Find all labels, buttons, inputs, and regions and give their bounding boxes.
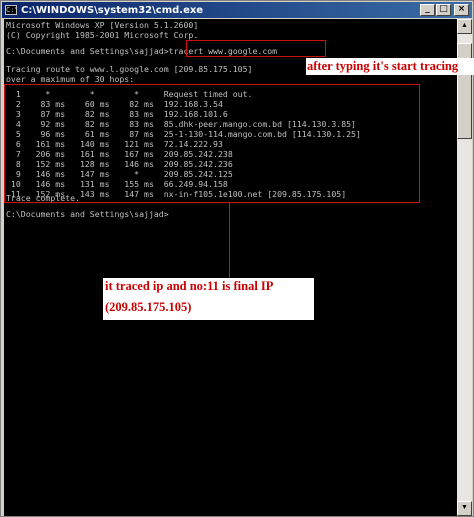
- vertical-scrollbar[interactable]: ▲ ▼: [457, 19, 472, 516]
- typing-annotation: after typing it's start tracing: [306, 58, 474, 75]
- callout-connector: [229, 203, 230, 278]
- console-line: Microsoft Windows XP [Version 5.1.2600]: [6, 20, 199, 30]
- maximize-button[interactable]: □: [436, 4, 451, 16]
- cmd-window: C:\ C:\WINDOWS\system32\cmd.exe _ □ × Mi…: [0, 0, 474, 517]
- result-annotation-line1: it traced ip and no:11 is final IP: [105, 279, 274, 293]
- title-bar[interactable]: C:\ C:\WINDOWS\system32\cmd.exe _ □ ×: [2, 2, 472, 18]
- console-line: over a maximum of 30 hops:: [6, 74, 135, 84]
- console-line: Tracing route to www.l.google.com [209.8…: [6, 64, 253, 74]
- console-line: (C) Copyright 1985-2001 Microsoft Corp.: [6, 30, 199, 40]
- console-prompt: C:\Documents and Settings\sajjad>: [6, 209, 169, 219]
- result-annotation: it traced ip and no:11 is final IP (209.…: [103, 278, 314, 320]
- window-controls: _ □ ×: [420, 4, 469, 16]
- window-title: C:\WINDOWS\system32\cmd.exe: [21, 4, 204, 16]
- hops-highlight-box: [4, 84, 420, 203]
- scroll-up-icon[interactable]: ▲: [457, 19, 472, 34]
- cmd-icon: C:\: [5, 5, 17, 15]
- close-button[interactable]: ×: [454, 4, 469, 16]
- minimize-button[interactable]: _: [420, 4, 435, 16]
- scroll-down-icon[interactable]: ▼: [457, 501, 472, 516]
- command-highlight-box: [186, 40, 326, 57]
- result-annotation-line2: (209.85.175.105): [105, 300, 192, 314]
